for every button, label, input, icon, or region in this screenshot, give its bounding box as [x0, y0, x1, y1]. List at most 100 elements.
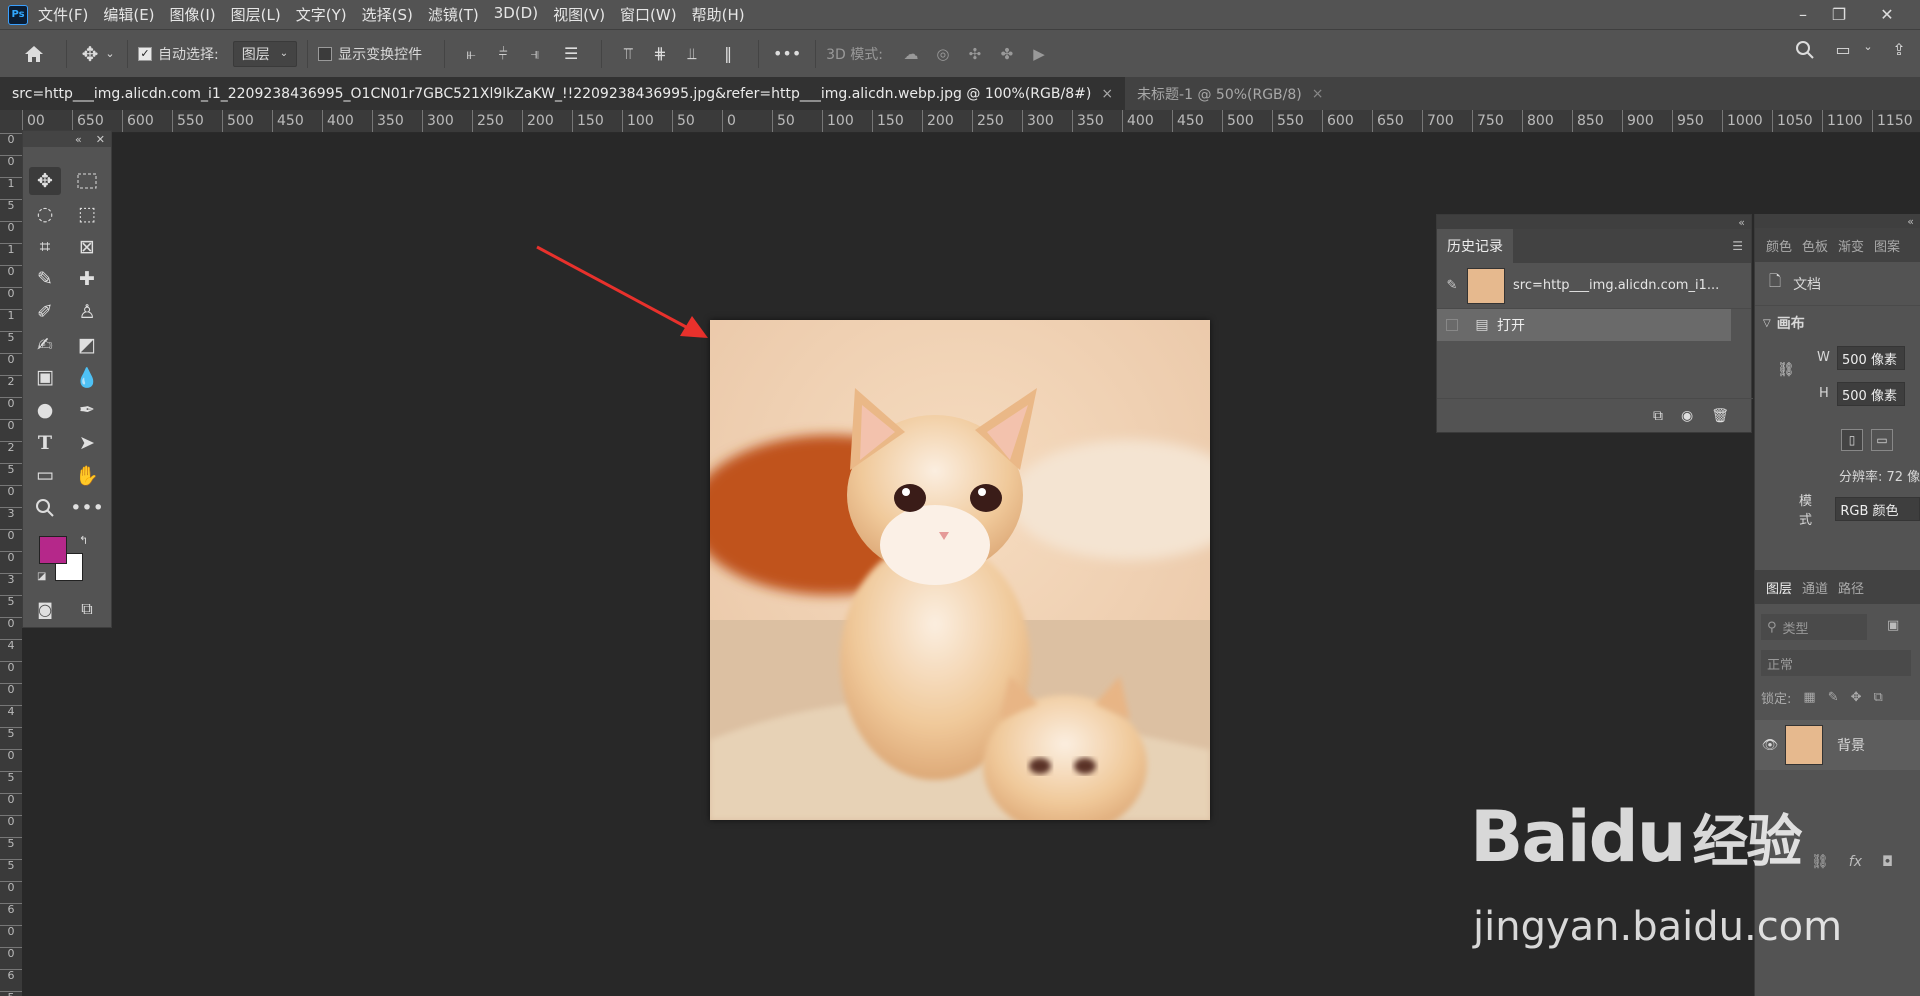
minimize-button[interactable]: –: [1786, 0, 1820, 29]
link-icon[interactable]: ⛓: [1777, 362, 1795, 378]
align-left-icon[interactable]: ⫦: [455, 44, 487, 64]
hand-tool[interactable]: ✋: [71, 461, 103, 489]
history-brush-tool[interactable]: ✍: [29, 331, 61, 359]
tab-layers[interactable]: 图层: [1761, 578, 1797, 597]
lock-pixels-icon[interactable]: ✎: [1828, 690, 1839, 705]
width-field[interactable]: 500 像素: [1837, 346, 1905, 370]
blend-mode-select[interactable]: 正常: [1761, 650, 1911, 676]
restore-button[interactable]: ❐: [1822, 0, 1856, 29]
tab-gradients[interactable]: 渐变: [1833, 236, 1869, 255]
history-snapshot[interactable]: ✎ src=http___img.alicdn.com_i1...: [1437, 263, 1751, 309]
lock-transparency-icon[interactable]: ▦: [1803, 690, 1815, 705]
dodge-tool[interactable]: ●: [29, 396, 61, 424]
3d-camera-icon[interactable]: ▶: [1023, 45, 1055, 63]
portrait-orientation-icon[interactable]: ▯: [1841, 429, 1863, 451]
collapse-icon[interactable]: «: [75, 133, 82, 146]
screen-mode-icon[interactable]: ⧉: [71, 595, 103, 623]
layer-filter-select[interactable]: ⚲ 类型: [1761, 614, 1867, 640]
menu-item[interactable]: 图层(L): [231, 4, 281, 25]
mask-icon[interactable]: ◘: [1882, 854, 1893, 870]
new-document-from-state-icon[interactable]: ⧉: [1653, 408, 1663, 424]
show-transform-checkbox[interactable]: [318, 46, 333, 61]
landscape-orientation-icon[interactable]: ▭: [1871, 429, 1893, 451]
chevron-down-icon[interactable]: ▽: [1763, 318, 1771, 329]
collapse-icon[interactable]: «: [1738, 216, 1745, 229]
fx-icon[interactable]: fx: [1849, 854, 1862, 870]
home-icon[interactable]: [12, 44, 56, 64]
snapshot-camera-icon[interactable]: ◉: [1681, 408, 1693, 424]
align-bottom-icon[interactable]: ⫫: [676, 44, 708, 64]
collapse-icon[interactable]: «: [1907, 215, 1914, 228]
image-filter-icon[interactable]: ▣: [1887, 618, 1899, 633]
more-tools-icon[interactable]: •••: [70, 494, 104, 522]
mode-select[interactable]: RGB 颜色: [1835, 497, 1920, 521]
object-select-tool[interactable]: ⬚: [71, 200, 103, 228]
menu-item[interactable]: 编辑(E): [103, 4, 154, 25]
tab-color[interactable]: 颜色: [1761, 236, 1797, 255]
vertical-ruler[interactable]: 0015010015020025030035040045050055060065: [0, 133, 22, 996]
close-icon[interactable]: ×: [1312, 86, 1324, 102]
step-checkbox[interactable]: [1437, 319, 1467, 331]
eyedropper-tool[interactable]: ✎: [29, 265, 61, 293]
menu-item[interactable]: 图像(I): [170, 4, 216, 25]
3d-pan-icon[interactable]: ✣: [959, 45, 991, 63]
more-options-icon[interactable]: •••: [769, 44, 805, 63]
rectangle-tool[interactable]: ▭: [29, 461, 61, 489]
frame-tool[interactable]: ⊠: [71, 233, 103, 261]
close-window-button[interactable]: ✕: [1870, 0, 1904, 29]
3d-slide-icon[interactable]: ✤: [991, 45, 1023, 63]
menu-item[interactable]: 帮助(H): [692, 4, 745, 25]
tab-patterns[interactable]: 图案: [1869, 236, 1905, 255]
workspace-icon[interactable]: ▭: [1828, 40, 1858, 59]
link-layers-icon[interactable]: ⛓: [1811, 854, 1829, 870]
search-icon[interactable]: [1790, 40, 1820, 60]
menu-item[interactable]: 文字(Y): [296, 4, 347, 25]
tab-swatches[interactable]: 色板: [1797, 236, 1833, 255]
lock-artboard-icon[interactable]: ⧉: [1874, 690, 1883, 705]
tab-document-2[interactable]: 未标题-1 @ 50%(RGB/8) ×: [1125, 77, 1335, 110]
stamp-tool[interactable]: ♙: [71, 298, 103, 326]
chevron-down-icon[interactable]: ⌄: [1858, 40, 1878, 53]
close-icon[interactable]: ×: [1101, 86, 1113, 102]
horizontal-ruler[interactable]: 00 650 600 550 500 450 400 350 300 250 200 150 100 50…: [22, 110, 1920, 133]
menu-item[interactable]: 窗口(W): [620, 4, 677, 25]
foreground-color-swatch[interactable]: [39, 536, 67, 564]
rect-marquee-tool[interactable]: [71, 167, 103, 195]
move-tool[interactable]: ✥: [29, 167, 61, 195]
default-colors-icon[interactable]: ◪: [37, 571, 46, 582]
blur-tool[interactable]: 💧: [71, 363, 103, 391]
zoom-tool[interactable]: [29, 494, 61, 522]
move-tool-icon[interactable]: ✥: [77, 42, 103, 66]
path-select-tool[interactable]: ➤: [71, 429, 103, 457]
eye-icon[interactable]: 👁: [1755, 738, 1785, 753]
menu-item[interactable]: 文件(F): [38, 4, 88, 25]
tab-history[interactable]: 历史记录: [1437, 229, 1513, 263]
menu-item[interactable]: 3D(D): [494, 4, 538, 25]
align-vcenter-icon[interactable]: ⋕: [644, 44, 676, 63]
tab-paths[interactable]: 路径: [1833, 578, 1869, 597]
lasso-tool[interactable]: ◌: [29, 200, 61, 228]
menu-item[interactable]: 选择(S): [362, 4, 413, 25]
swap-colors-icon[interactable]: ↰: [79, 534, 88, 547]
history-step[interactable]: ▤ 打开: [1437, 309, 1731, 341]
history-brush-icon[interactable]: ✎: [1437, 278, 1467, 293]
3d-orbit-icon[interactable]: ☁: [895, 45, 927, 63]
quick-mask-icon[interactable]: ◙: [29, 595, 61, 623]
panel-menu-icon[interactable]: ☰: [1732, 239, 1743, 253]
menu-item[interactable]: 滤镜(T): [428, 4, 479, 25]
menu-item[interactable]: 视图(V): [553, 4, 605, 25]
pen-tool[interactable]: ✒: [71, 396, 103, 424]
crop-tool[interactable]: ⌗: [29, 233, 61, 261]
type-tool[interactable]: T: [29, 429, 61, 457]
tab-channels[interactable]: 通道: [1797, 578, 1833, 597]
trash-icon[interactable]: 🗑: [1711, 408, 1729, 424]
align-top-icon[interactable]: ⫪: [612, 44, 644, 64]
distribute-icon[interactable]: ☰: [551, 44, 591, 63]
3d-roll-icon[interactable]: ◎: [927, 45, 959, 63]
canvas-image[interactable]: [710, 320, 1210, 820]
close-icon[interactable]: ✕: [96, 133, 105, 146]
distribute-vertical-icon[interactable]: ‖: [708, 44, 748, 63]
gradient-tool[interactable]: ▣: [29, 363, 61, 391]
brush-tool[interactable]: ✐: [29, 298, 61, 326]
align-hcenter-icon[interactable]: ⫩: [487, 44, 519, 64]
